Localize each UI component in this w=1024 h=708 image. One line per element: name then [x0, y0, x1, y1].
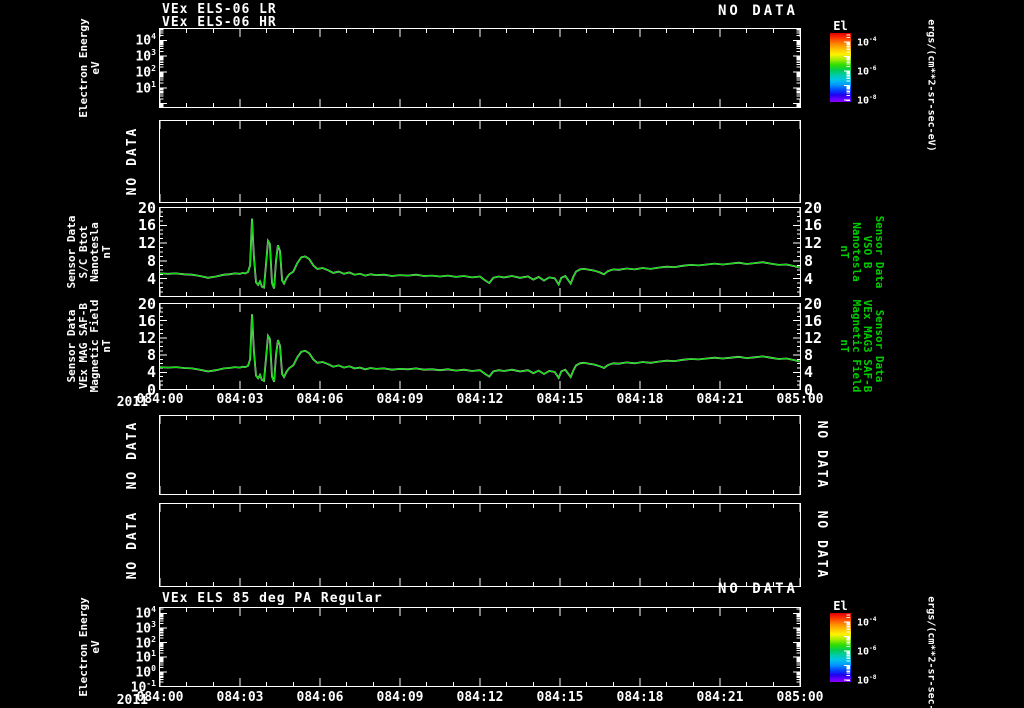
x-tick-label-upper: 084:03: [216, 392, 264, 407]
x-tick-label-upper: 084:09: [376, 392, 424, 407]
x-tick-label-lower: 084:18: [616, 690, 664, 705]
empty-upper-no-data-left: NO DATA: [125, 126, 140, 196]
els-top-no-data: NO DATA: [717, 3, 798, 19]
panel-mag-vex-plot: [159, 303, 801, 390]
x-tick-label-lower: 084:03: [216, 690, 264, 705]
panel-empty-mid1-plot: [159, 415, 801, 495]
x-tick-label-upper: 084:12: [456, 392, 504, 407]
panel-els-pa-title: VEx ELS 85 deg PA Regular: [162, 591, 383, 606]
x-tick-label-lower: 084:09: [376, 690, 424, 705]
x-tick-label-upper: 084:15: [536, 392, 584, 407]
colorbar-title: El: [833, 19, 848, 33]
x-tick-label-lower: 084:00: [136, 690, 184, 705]
empty-mid2-no-data-left: NO DATA: [125, 510, 140, 580]
btot-trace: [159, 314, 801, 383]
btot-trace: [159, 218, 801, 289]
x-tick-label-upper: 084:18: [616, 392, 664, 407]
mag-vex-right-label: Sensor Data VEx MAG3 SAF-B Magnetic Field n…: [838, 299, 887, 393]
panel-empty-mid2-plot: [159, 503, 801, 587]
x-tick-label-upper: 084:06: [296, 392, 344, 407]
empty-mid2-no-data-right: NO DATA: [814, 510, 829, 580]
colorbar-tick-label: 10-6: [857, 65, 877, 78]
colorbar: [830, 33, 851, 102]
x-tick-label-upper: 084:21: [696, 392, 744, 407]
panel-els-top-plot: [159, 28, 801, 108]
colorbar-tick-label: 10-8: [857, 94, 877, 107]
x-tick-label-lower: 084:12: [456, 690, 504, 705]
colorbar-title: El: [833, 599, 848, 613]
colorbar-tick-label: 10-8: [857, 674, 877, 687]
colorbar-unit-upper: ergs/(cm**2-sr-sec-eV): [925, 18, 937, 152]
x-tick-label-lower: 084:15: [536, 690, 584, 705]
colorbar-tick-label: 10-4: [857, 36, 877, 49]
x-tick-label-lower: 084:06: [296, 690, 344, 705]
y-tick-label-left: 104: [135, 32, 156, 49]
x-tick-label-lower: 084:21: [696, 690, 744, 705]
panel-empty-upper-plot: [159, 120, 801, 203]
mag-vex-ylabel: Sensor Data VEx MAG SAF-B Magnetic Field nT: [65, 299, 113, 393]
plot-page: VEx ELS-06 LR VEx ELS-06 HR NO DATA NO D…: [0, 0, 1024, 708]
colorbar-unit-lower: ergs/(cm**2-sr-sec-eV): [925, 595, 937, 708]
x-tick-label-lower: 085:00: [776, 690, 824, 705]
colorbar-tick-label: 10-4: [857, 616, 877, 629]
panel-els-pa-plot: [159, 607, 801, 687]
colorbar-tick-label: 10-6: [857, 645, 877, 658]
colorbar: [830, 613, 851, 682]
panel-mag-sc-plot: [159, 207, 801, 297]
els-pa-ylabel: Electron Energy eV: [77, 597, 102, 697]
